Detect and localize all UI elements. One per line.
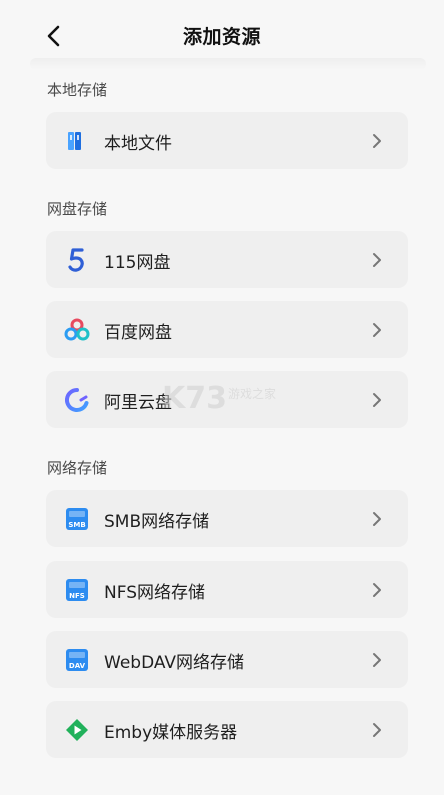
item-label: NFS网络存储 [104,583,205,603]
svg-text:DAV: DAV [69,662,86,670]
item-label: SMB网络存储 [104,512,210,532]
item-webdav[interactable]: DAV WebDAV网络存储 [46,631,408,688]
item-aliyun-pan[interactable]: 阿里云盘 [46,371,408,428]
item-baidu-pan[interactable]: 百度网盘 [46,301,408,358]
chevron-right-icon [370,251,384,269]
item-label: 115网盘 [104,253,171,273]
chevron-right-icon [370,321,384,339]
chevron-right-icon [370,721,384,739]
chevron-right-icon [370,391,384,409]
folder-icon [64,128,90,154]
emby-play-icon [64,717,90,743]
header-bar: 添加资源 [0,0,444,70]
smb-server-icon: SMB [64,506,90,532]
dav-server-icon: DAV [64,647,90,673]
item-label: 阿里云盘 [104,393,172,413]
item-smb[interactable]: SMB SMB网络存储 [46,490,408,547]
section-title-network: 网络存储 [47,459,108,477]
aliyun-drive-icon [64,387,90,413]
nfs-server-icon: NFS [64,577,90,603]
item-emby[interactable]: Emby媒体服务器 [46,701,408,758]
section-title-cloud: 网盘存储 [47,200,108,218]
item-nfs[interactable]: NFS NFS网络存储 [46,561,408,618]
chevron-right-icon [370,651,384,669]
item-label: Emby媒体服务器 [104,723,238,743]
page-title: 添加资源 [182,26,261,48]
chevron-right-icon [370,581,384,599]
chevron-right-icon [370,510,384,528]
item-115-pan[interactable]: 115网盘 [46,231,408,288]
item-label: WebDAV网络存储 [104,653,245,673]
number-five-icon [64,247,90,273]
section-title-local: 本地存储 [47,81,108,99]
baidu-cloud-icon [64,317,90,343]
item-label: 本地文件 [104,134,172,154]
item-local-files[interactable]: 本地文件 [46,112,408,169]
header-divider [30,58,426,70]
svg-text:NFS: NFS [69,592,85,600]
item-label: 百度网盘 [104,323,172,343]
chevron-right-icon [370,132,384,150]
svg-text:SMB: SMB [68,521,85,529]
